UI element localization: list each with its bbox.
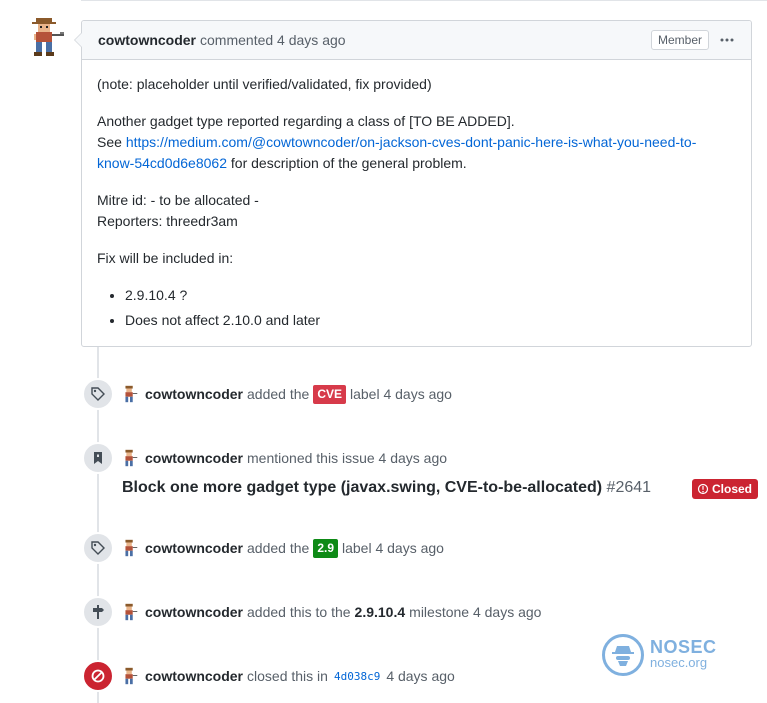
actor-link[interactable]: cowtowncoder [145,450,243,466]
event-text: label 4 days ago [350,386,452,402]
circle-slash-icon [82,660,114,692]
actor-link[interactable]: cowtowncoder [145,604,243,620]
closed-state-badge: Closed [692,479,759,499]
kebab-horizontal-icon[interactable] [719,32,735,48]
event-text: 4 days ago [386,668,455,684]
bookmark-icon [82,442,114,474]
cve-label[interactable]: CVE [313,384,346,404]
event-text: added this to the [247,604,351,620]
event-text: added the [247,386,310,402]
referenced-issue-link[interactable]: Block one more gadget type (javax.swing,… [122,479,602,496]
watermark-domain: nosec.org [650,655,708,670]
comment-paragraph: Mitre id: - to be allocated - Reporters:… [97,190,736,232]
referenced-issue-title[interactable]: Block one more gadget type (javax.swing,… [122,479,651,497]
spy-logo-icon [602,634,644,676]
comment-timestamp[interactable]: commented 4 days ago [200,32,346,48]
tag-icon [82,378,114,410]
closed-pr-icon [697,483,709,495]
commit-sha-link[interactable]: 4d038c9 [334,670,380,683]
event-text: added the [247,540,310,556]
tag-icon [82,532,114,564]
comment-body: (note: placeholder until verified/valida… [82,60,751,331]
event-text: milestone 4 days ago [409,604,542,620]
comment-paragraph: Another gadget type reported regarding a… [97,111,736,174]
actor-link[interactable]: cowtowncoder [145,540,243,556]
timeline-event-mention: cowtowncoder mentioned this issue 4 days… [82,442,447,474]
actor-avatar[interactable] [120,602,140,622]
event-text: closed this in [247,668,328,684]
mitre-id-text: Mitre id: - to be allocated - [97,192,259,208]
fix-version-list: 2.9.10.4 ? Does not affect 2.10.0 and la… [125,285,736,331]
milestone-link[interactable]: 2.9.10.4 [355,604,406,620]
comment-text: See [97,134,126,150]
actor-link[interactable]: cowtowncoder [145,386,243,402]
referenced-issue-number[interactable]: #2641 [607,479,652,496]
closed-state-text: Closed [712,482,753,496]
comment-paragraph: Fix will be included in: [97,250,234,266]
version-label[interactable]: 2.9 [313,538,338,558]
milestone-icon [82,596,114,628]
comment-text: for description of the general problem. [227,155,467,171]
actor-avatar[interactable] [120,538,140,558]
watermark-brand: NOSEC [650,637,717,657]
list-item: 2.9.10.4 ? [125,285,736,306]
actor-link[interactable]: cowtowncoder [145,668,243,684]
top-divider [81,0,767,1]
event-text: label 4 days ago [342,540,444,556]
timeline-event-closed: cowtowncoder closed this in 4d038c9 4 da… [82,660,455,692]
member-badge: Member [650,30,709,50]
list-item: Does not affect 2.10.0 and later [125,310,736,331]
timeline-event-milestone: cowtowncoder added this to the 2.9.10.4 … [82,596,541,628]
comment-author-link[interactable]: cowtowncoder [98,32,196,48]
reporters-text: Reporters: threedr3am [97,213,238,229]
actor-avatar[interactable] [120,384,140,404]
author-avatar[interactable] [24,14,68,58]
comment-header: cowtowncoder commented 4 days ago Member [82,21,751,60]
actor-avatar[interactable] [120,666,140,686]
timeline-event-label-cve: cowtowncoder added the CVE label 4 days … [82,378,452,410]
event-text: mentioned this issue 4 days ago [247,450,448,466]
actor-avatar[interactable] [120,448,140,468]
comment-text: Another gadget type reported regarding a… [97,113,515,129]
comment-paragraph: (note: placeholder until verified/valida… [97,76,432,92]
timeline-event-label-29: cowtowncoder added the 2.9 label 4 days … [82,532,444,564]
issue-comment: cowtowncoder commented 4 days ago Member… [74,20,752,347]
nosec-watermark: NOSEC nosec.org [602,634,717,676]
